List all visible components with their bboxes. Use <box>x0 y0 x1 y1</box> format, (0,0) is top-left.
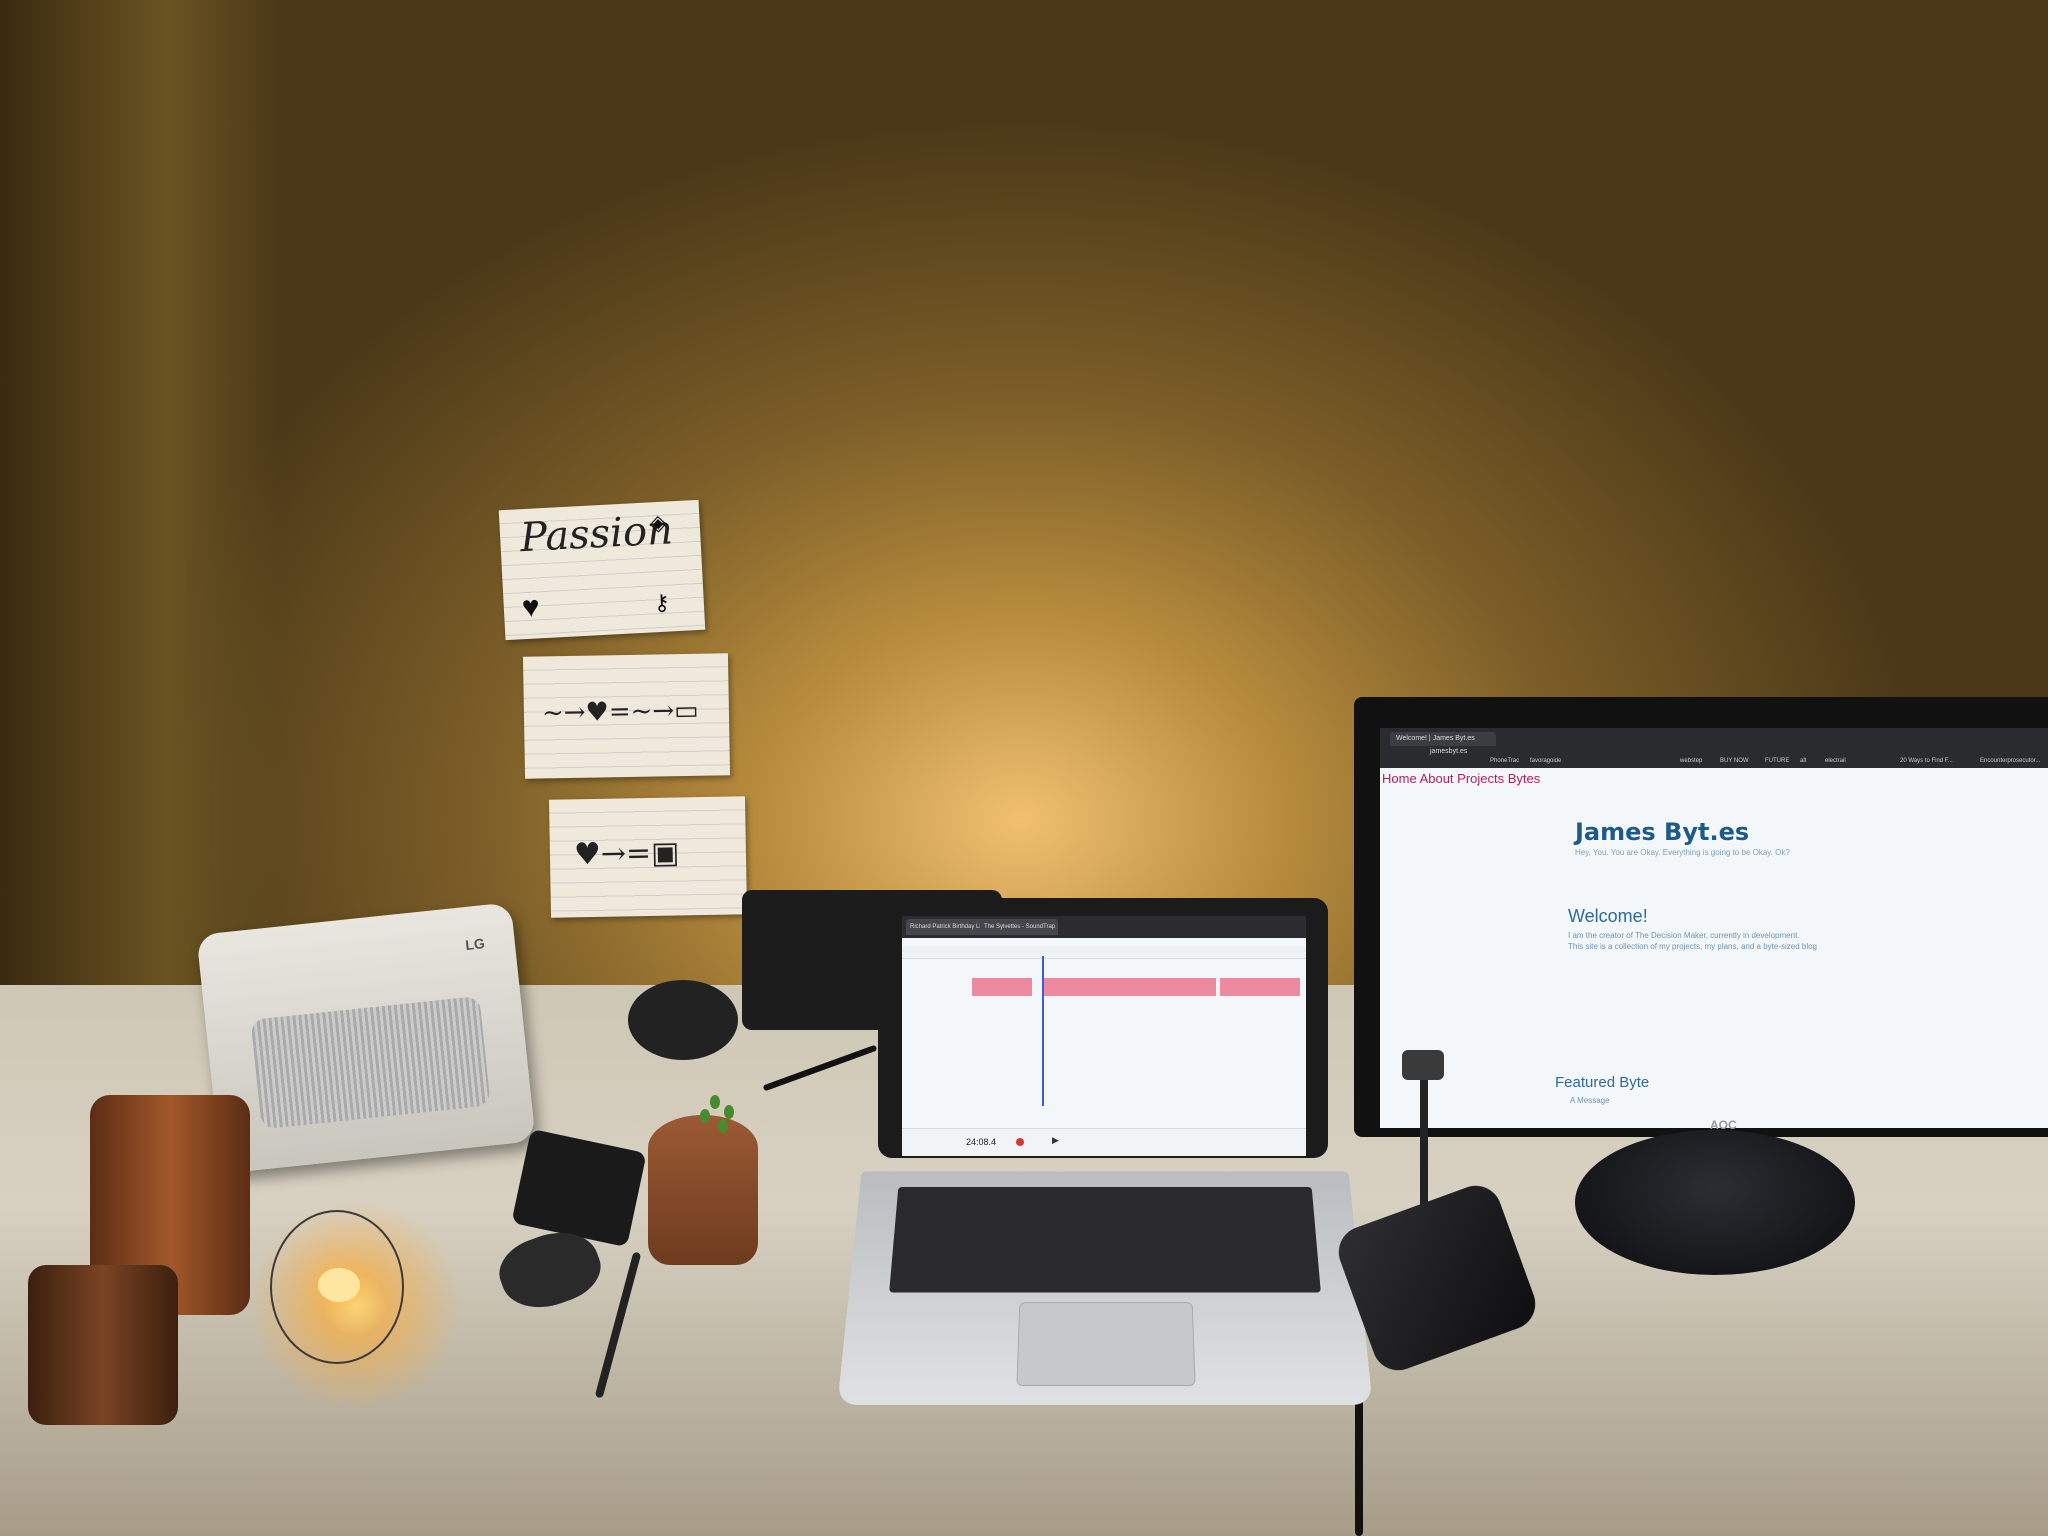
audio-track-clip[interactable] <box>1044 978 1216 996</box>
bookmark-item[interactable]: alt <box>1800 758 1806 764</box>
monitor-screen: Welcome! | James Byt.es jamesbyt.es Phon… <box>1380 728 2048 1128</box>
welcome-paragraph: I am the creator of The Decision Maker, … <box>1568 930 1928 952</box>
symbol-note-1: ~→♥=~→▭ <box>522 653 731 779</box>
featured-item[interactable]: A Message <box>1570 1096 1610 1105</box>
speaker-grille <box>250 995 491 1130</box>
tealight-candle <box>318 1268 360 1302</box>
audio-track-clip[interactable] <box>972 978 1032 996</box>
plant-leaves <box>690 1095 750 1145</box>
play-icon[interactable]: ▶ <box>1052 1135 1059 1146</box>
laptop-base <box>837 1171 1373 1405</box>
key-icon: ⚷ <box>653 589 671 616</box>
welcome-line-1: I am the creator of The Decision Maker, … <box>1568 931 1800 940</box>
audio-track-clip[interactable] <box>1220 978 1300 996</box>
bookmark-item[interactable]: electrail <box>1825 758 1846 764</box>
bookmark-item[interactable]: FUTURE <box>1765 758 1789 764</box>
passion-note: Passion ♥ ◈ ⚷ <box>498 499 706 641</box>
laptop-tab-1[interactable]: Richard Patrick Birthday Lifest... <box>906 919 984 935</box>
diamond-icon: ◈ <box>648 509 668 536</box>
raspberry-pi-stack <box>628 980 738 1060</box>
speaker-brand: LG <box>464 935 486 954</box>
welcome-heading: Welcome! <box>1568 906 1648 926</box>
site-subtitle: Hey, You. You are Okay. Everything is go… <box>1575 848 1790 857</box>
heart-icon: ♥ <box>521 590 541 625</box>
symbol-note-2: ♥→=▣ <box>548 796 748 918</box>
daw-transport-bar: 24:08.4 ▶ <box>902 1128 1306 1156</box>
playhead[interactable] <box>1042 956 1044 1106</box>
site-title: James Byt.es <box>1575 818 1750 846</box>
monitor-tab[interactable]: Welcome! | James Byt.es <box>1390 732 1496 746</box>
bookmark-item[interactable]: favoragoide <box>1530 758 1561 764</box>
address-bar[interactable]: jamesbyt.es <box>1430 748 1630 758</box>
laptop-tab-2[interactable]: The Sylvettes - SoundTrap <box>980 919 1058 935</box>
welcome-line-2: This site is a collection of my projects… <box>1568 942 1817 951</box>
desk-scene: Passion ♥ ◈ ⚷ ~→♥=~→▭ ♥→=▣ LG Richard Pa… <box>0 0 2048 1536</box>
monitor-browser-chrome: Welcome! | James Byt.es jamesbyt.es Phon… <box>1380 728 2048 768</box>
bookmark-item[interactable]: BUY NOW <box>1720 758 1749 764</box>
symbol-note-1-content: ~→♥=~→▭ <box>541 695 699 729</box>
laptop-keyboard[interactable] <box>889 1186 1321 1293</box>
site-nav[interactable]: Home About Projects Bytes <box>1382 771 1540 786</box>
laptop-browser-bar: Richard Patrick Birthday Lifest... The S… <box>902 916 1306 938</box>
wooden-canister <box>28 1265 178 1425</box>
monitor-stand <box>1575 1130 1855 1275</box>
laptop-trackpad[interactable] <box>1016 1302 1196 1387</box>
daw-toolbar <box>902 946 1306 959</box>
bookmark-item[interactable]: webstep <box>1680 758 1702 764</box>
bookmark-item[interactable]: 20 Ways to Find F... <box>1900 758 1953 764</box>
time-readout: 24:08.4 <box>966 1137 997 1147</box>
webcam <box>1402 1050 1444 1080</box>
laptop-screen: Richard Patrick Birthday Lifest... The S… <box>902 916 1306 1156</box>
record-icon[interactable] <box>1016 1138 1024 1146</box>
featured-heading: Featured Byte <box>1555 1074 1650 1091</box>
symbol-note-2-content: ♥→=▣ <box>573 835 680 873</box>
bookmark-item[interactable]: PhoneTrac <box>1490 758 1519 764</box>
bookmark-item[interactable]: Encounterprosecutor... <box>1980 758 2040 764</box>
